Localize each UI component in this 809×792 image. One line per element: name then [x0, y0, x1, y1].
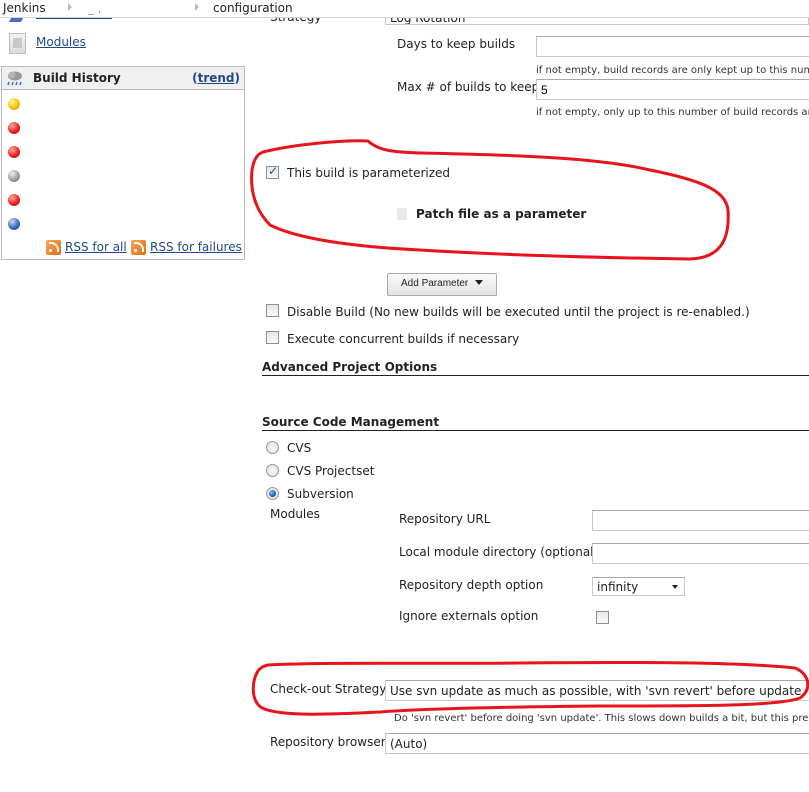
modules-label: Modules: [270, 507, 320, 521]
rss-failures-link[interactable]: RSS for failures: [150, 240, 242, 254]
scm-radio-cvs[interactable]: [266, 441, 279, 454]
build-status-grey-icon[interactable]: [8, 170, 20, 182]
max-builds-help: if not empty, only up to this number of …: [536, 107, 809, 118]
repository-browser-select[interactable]: (Auto): [385, 733, 809, 754]
repository-depth-select[interactable]: infinity: [592, 577, 685, 596]
scm-label-cvs: CVS: [287, 441, 312, 455]
build-status-red-icon[interactable]: [8, 146, 20, 158]
parameter-name: Patch file as a parameter: [416, 207, 587, 221]
build-history-header: Build History (trend): [2, 67, 244, 90]
repository-url-input[interactable]: [592, 510, 809, 531]
disable-build-label: Disable Build (No new builds will be exe…: [287, 305, 750, 319]
disable-build-checkbox[interactable]: [266, 304, 279, 317]
cloud-rain-icon: [6, 70, 24, 86]
add-parameter-label: Add Parameter: [401, 278, 469, 289]
max-builds-input[interactable]: [536, 79, 809, 100]
rss-icon: [131, 240, 146, 255]
parameterized-checkbox[interactable]: [266, 164, 279, 179]
repository-browser-label: Repository browser: [270, 735, 386, 749]
days-to-keep-input[interactable]: [536, 36, 809, 57]
checkout-strategy-select[interactable]: Use svn update as much as possible, with…: [385, 680, 809, 701]
scm-heading: Source Code Management: [262, 415, 809, 431]
dropdown-arrow-icon: [475, 280, 484, 285]
modules-document-icon: [9, 33, 26, 54]
cut-off-link-underline: [36, 18, 112, 19]
build-status-blue-icon[interactable]: [8, 218, 20, 230]
scm-radio-cvs-projectset[interactable]: [266, 464, 279, 477]
dropdown-arrow-icon: [672, 585, 678, 589]
breadcrumb: Jenkins _ , configuration: [0, 0, 809, 18]
advanced-options-heading: Advanced Project Options: [262, 360, 809, 376]
concurrent-builds-checkbox[interactable]: [266, 331, 279, 344]
paren-close: ): [234, 71, 240, 85]
rss-all-link[interactable]: RSS for all: [65, 240, 127, 254]
days-to-keep-label: Days to keep builds: [397, 37, 516, 51]
breadcrumb-separator-icon: [195, 3, 199, 11]
trend-link[interactable]: trend: [198, 71, 235, 85]
scm-radio-subversion[interactable]: [266, 487, 279, 500]
repository-url-label: Repository URL: [399, 512, 491, 526]
trend-wrapper: (trend): [192, 71, 240, 85]
scm-label-subversion: Subversion: [287, 487, 354, 501]
local-module-dir-label: Local module directory (optional): [399, 545, 599, 559]
build-status-red-icon[interactable]: [8, 122, 20, 134]
ignore-externals-label: Ignore externals option: [399, 609, 539, 623]
checkout-strategy-help: Do 'svn revert' before doing 'svn update…: [394, 713, 809, 724]
repository-depth-label: Repository depth option: [399, 578, 544, 592]
sidebar-modules-link[interactable]: Modules: [36, 35, 86, 49]
breadcrumb-configuration[interactable]: configuration: [213, 1, 293, 15]
drag-handle-icon[interactable]: [397, 208, 407, 220]
rss-icon: [46, 240, 61, 255]
build-history-panel: Build History (trend) RSS for all RSS fo…: [1, 66, 245, 260]
max-builds-label: Max # of builds to keep: [397, 80, 540, 94]
breadcrumb-jenkins[interactable]: Jenkins: [3, 1, 46, 15]
repository-depth-value: infinity: [597, 580, 639, 594]
add-parameter-button[interactable]: Add Parameter: [387, 273, 498, 296]
days-to-keep-help: if not empty, build records are only kep…: [536, 65, 809, 76]
parameterized-label: This build is parameterized: [287, 166, 451, 180]
local-module-dir-input[interactable]: [592, 543, 809, 564]
concurrent-builds-label: Execute concurrent builds if necessary: [287, 332, 520, 346]
build-status-red-icon[interactable]: [8, 194, 20, 206]
breadcrumb-separator-icon: [68, 3, 72, 11]
build-status-yellow-icon[interactable]: [8, 98, 20, 110]
scm-label-cvs-projectset: CVS Projectset: [287, 464, 375, 478]
ignore-externals-checkbox[interactable]: [596, 611, 609, 624]
build-history-title: Build History: [33, 71, 121, 85]
build-icon: [8, 18, 28, 23]
breadcrumb-project[interactable]: _ ,: [88, 1, 102, 15]
annotation-circle-parameterized: [250, 139, 730, 261]
checkout-strategy-label: Check-out Strategy: [270, 682, 387, 696]
